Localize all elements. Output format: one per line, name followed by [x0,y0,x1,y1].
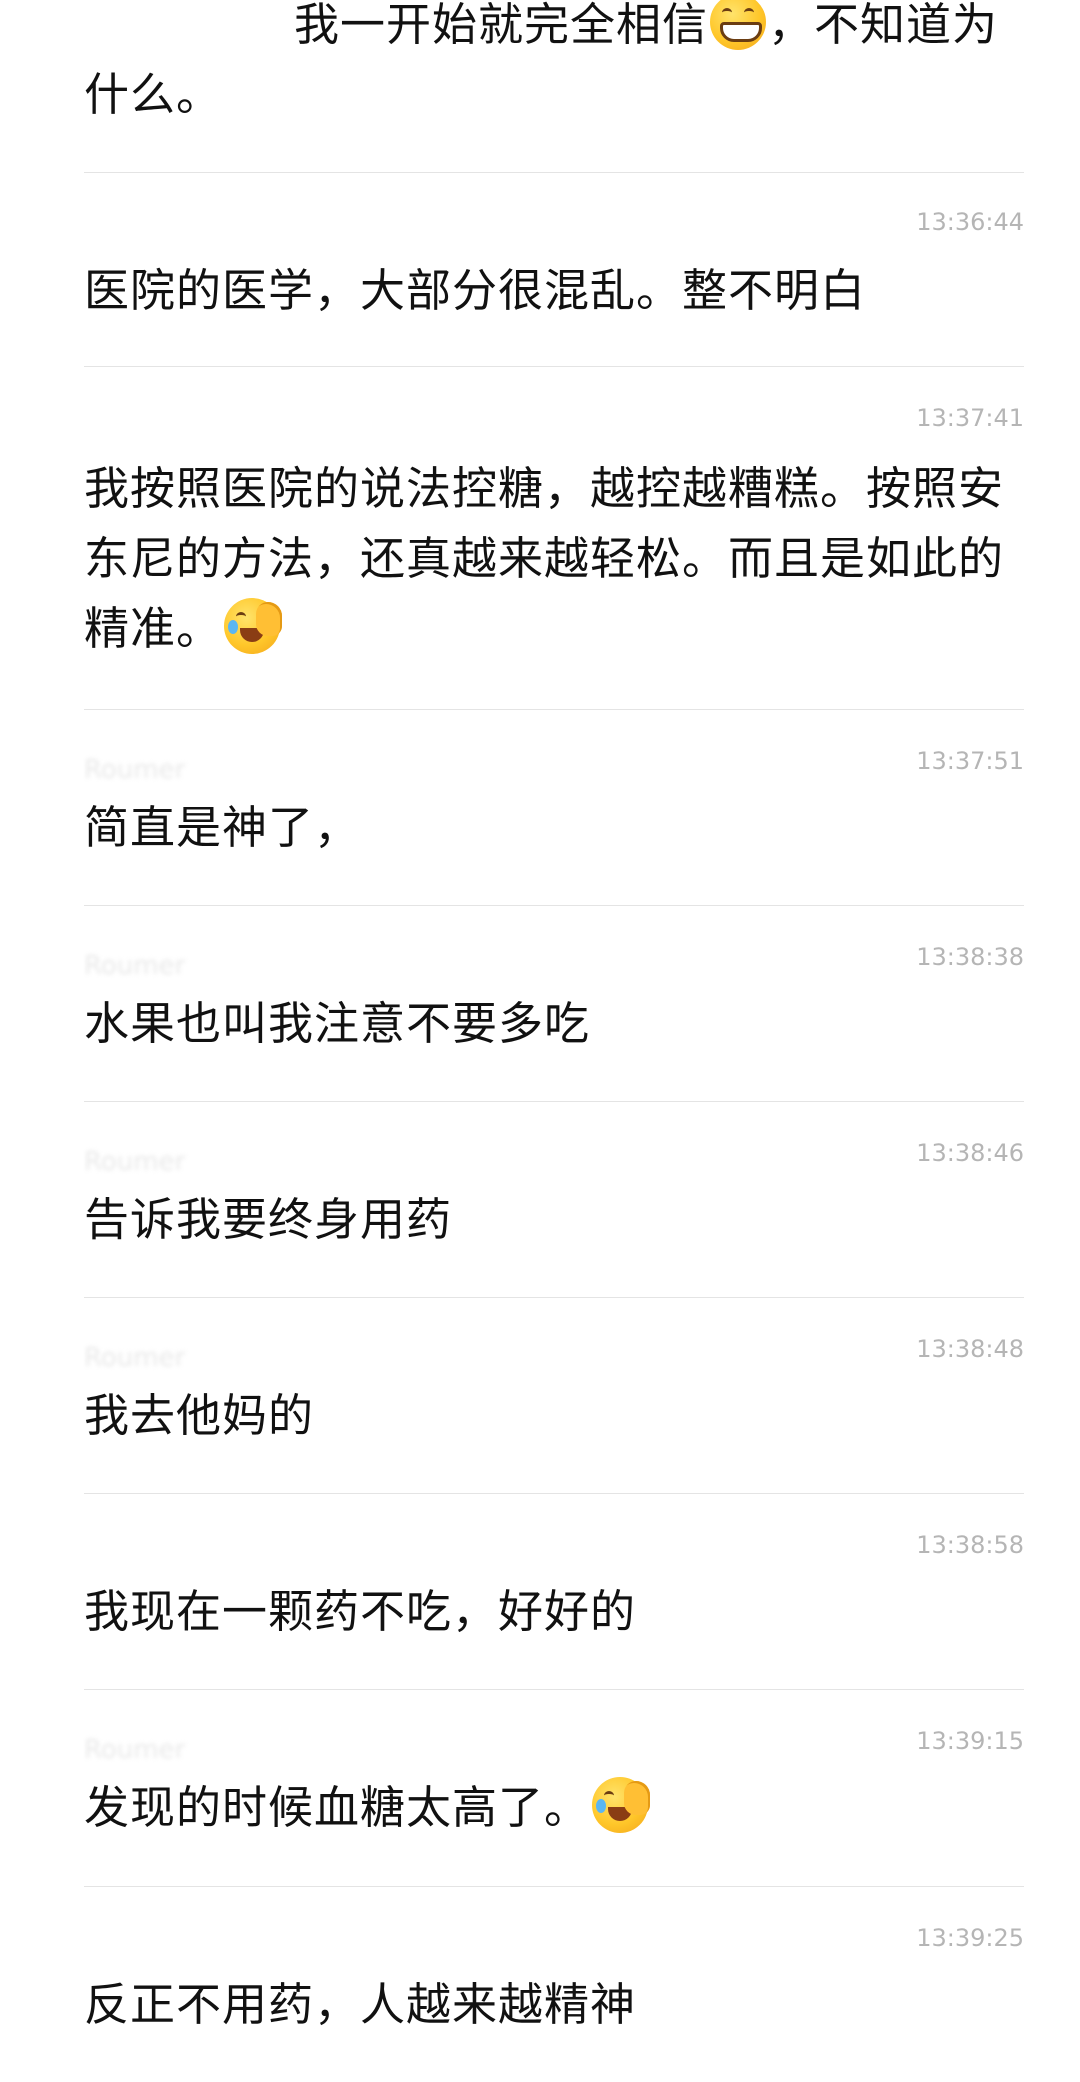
message-timestamp: 13:38:48 [916,1335,1024,1363]
message-timestamp: 13:39:25 [916,1924,1024,1952]
divider [84,1297,1024,1298]
sender-name: Roumer [84,1147,186,1177]
message-text: 我现在一颗药不吃，好好的 [84,1585,637,1638]
message-timestamp: 13:38:38 [916,943,1024,971]
divider [84,172,1024,173]
divider [84,709,1024,710]
divider [84,366,1024,367]
sender-name: Roumer [84,1735,186,1765]
message-timestamp: 13:37:51 [916,747,1024,775]
message-text: 告诉我要终身用药 [84,1193,453,1246]
message-text: 我一开始就完全相信 ，不知道为什么。 [84,0,1034,130]
facepalm-laugh-emoji-icon [592,1777,651,1833]
message-timestamp: 13:36:44 [916,208,1024,236]
message-timestamp: 13:38:46 [916,1139,1024,1167]
divider [84,1101,1024,1102]
message-timestamp: 13:37:41 [916,404,1024,432]
grinning-emoji-icon [710,0,767,50]
divider [84,1886,1024,1887]
message-text: 简直是神了， [84,801,361,854]
divider [84,905,1024,906]
message-timestamp: 13:38:58 [916,1531,1024,1559]
message-timestamp: 13:39:15 [916,1727,1024,1755]
message-text: 发现的时候血糖太高了。 [84,1773,1034,1843]
message-text: 水果也叫我注意不要多吃 [84,997,591,1050]
sender-name: Roumer [84,755,186,785]
message-text: 反正不用药，人越来越精神 [84,1978,637,2031]
message-text: 我去他妈的 [84,1389,315,1442]
message-text: 医院的医学，大部分很混乱。整不明白 [84,264,867,317]
message-text: 我按照医院的说法控糖，越控越糟糕。按照安东尼的方法，还真越来越轻松。而且是如此的… [84,462,1005,655]
divider [84,1689,1024,1690]
sender-name: Roumer [84,1343,186,1373]
facepalm-laugh-emoji-icon [224,598,283,654]
sender-name: Roumer [84,951,186,981]
divider [84,1493,1024,1494]
